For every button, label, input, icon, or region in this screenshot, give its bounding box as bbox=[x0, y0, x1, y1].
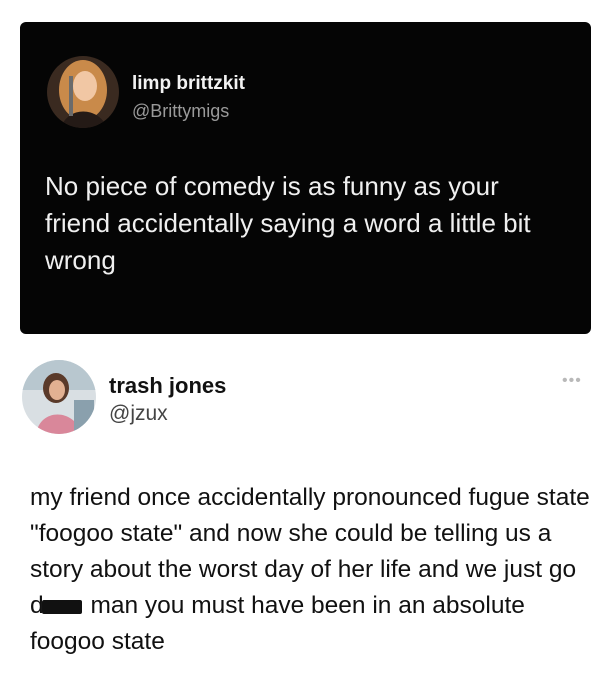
avatar[interactable] bbox=[22, 360, 96, 434]
tweet-text: No piece of comedy is as funny as your f… bbox=[45, 171, 531, 275]
tweet-text-part: man you must have been in an absolute fo… bbox=[30, 592, 525, 655]
tweet-text: my friend once accidentally pronounced f… bbox=[30, 480, 595, 660]
censor-bar bbox=[41, 599, 82, 614]
more-dots-icon[interactable]: ••• bbox=[562, 372, 582, 390]
user-handle[interactable]: @Brittymigs bbox=[132, 101, 229, 122]
display-name[interactable]: limp brittzkit bbox=[132, 73, 245, 95]
display-name[interactable]: trash jones bbox=[109, 373, 226, 399]
avatar[interactable] bbox=[47, 56, 119, 128]
user-handle[interactable]: @jzux bbox=[109, 402, 168, 426]
